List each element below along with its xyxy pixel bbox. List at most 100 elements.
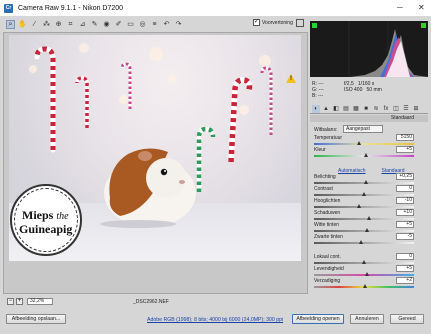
slider-label: Schaduwen: [314, 210, 341, 216]
slider-thumb[interactable]: [365, 228, 369, 232]
camera-calibration-tab-icon[interactable]: ◫: [392, 105, 400, 113]
shadow-clip-icon: [312, 23, 317, 28]
detail-tab-icon[interactable]: ◧: [332, 105, 340, 113]
slider-value-input[interactable]: +10: [396, 209, 414, 216]
basic-tab-icon[interactable]: ◐: [312, 105, 320, 113]
slider-thumb[interactable]: [364, 180, 368, 184]
target-adjust-icon[interactable]: ⊕: [54, 20, 63, 29]
section-title: Standaard: [310, 115, 428, 122]
bokeh-light: [149, 47, 163, 61]
rotate-ccw-icon[interactable]: ↶: [162, 20, 171, 29]
effects-tab-icon[interactable]: ≋: [372, 105, 380, 113]
preview-label: Voorvertoning: [262, 19, 293, 26]
red-eye-icon[interactable]: ◉: [102, 20, 111, 29]
slider-track[interactable]: [314, 206, 414, 208]
slider-value-input[interactable]: +2: [396, 277, 414, 284]
slider-track[interactable]: [314, 242, 414, 244]
slider-thumb[interactable]: [367, 216, 371, 220]
slider-label: Belichting: [314, 174, 336, 180]
slider-value-input[interactable]: 0: [396, 185, 414, 192]
zoom-out-button[interactable]: −: [7, 298, 14, 305]
warning-icon[interactable]: !: [286, 74, 296, 83]
split-toning-tab-icon[interactable]: ▦: [352, 105, 360, 113]
slider-thumb[interactable]: [362, 260, 366, 264]
zoom-in-button[interactable]: +: [16, 298, 23, 305]
tone-curve-tab-icon[interactable]: ▲: [322, 105, 330, 113]
open-image-button[interactable]: Afbeelding openen: [292, 314, 344, 324]
slider-value-input[interactable]: +5: [396, 146, 414, 153]
slider-label: Temperatuur: [314, 135, 343, 141]
slider-value-input[interactable]: +5: [396, 265, 414, 272]
preferences-icon[interactable]: ≡: [150, 20, 159, 29]
white-balance-icon[interactable]: ⁄: [30, 20, 39, 29]
window-title: Camera Raw 9.1.1 - Nikon D7200: [18, 4, 124, 12]
candy-cane-image: [34, 46, 56, 153]
slider-value-input[interactable]: -5: [396, 233, 414, 240]
slider-thumb[interactable]: [362, 192, 366, 196]
save-image-button[interactable]: Afbeelding opslaan...: [6, 314, 66, 324]
done-button[interactable]: Gereed: [390, 314, 424, 324]
white-balance-label: Witbalans:: [314, 127, 338, 133]
workflow-options-link[interactable]: Adobe RGB (1998); 8 bits; 4000 bij 6000 …: [147, 317, 283, 323]
slider-label: Kleur: [314, 147, 326, 153]
slider-track[interactable]: [314, 143, 414, 145]
slider-label: Lokaal cont.: [314, 254, 341, 260]
highlight-clip-icon: [421, 23, 426, 28]
slider-thumb[interactable]: [357, 204, 361, 208]
rotate-cw-icon[interactable]: ↷: [174, 20, 183, 29]
slider-thumb[interactable]: [357, 141, 361, 145]
slider-value-input[interactable]: +0,25: [396, 173, 414, 180]
close-icon[interactable]: ✕: [418, 3, 425, 12]
snapshots-tab-icon[interactable]: ⊞: [412, 105, 420, 113]
slider-track[interactable]: [314, 230, 414, 232]
slider-value-input[interactable]: -10: [396, 197, 414, 204]
slider-value-input[interactable]: 5150: [396, 134, 414, 141]
adjustments-panel: R: --- G: --- B: --- f/2,5 1/160 s ISO 4…: [310, 17, 430, 309]
file-name: _DSC2962.NEF: [133, 298, 169, 305]
straighten-icon[interactable]: ⊿: [78, 20, 87, 29]
graduated-filter-icon[interactable]: ▭: [126, 20, 135, 29]
preview-toggle[interactable]: ✓ Voorvertoning: [253, 19, 293, 26]
bokeh-light: [79, 43, 89, 53]
watermark-logo: Mieps the Guineapig: [10, 184, 82, 256]
slider-label: Contrast: [314, 186, 333, 192]
candy-cane-image: [228, 77, 253, 163]
slider-row: Zwarte tinten -5: [310, 233, 428, 248]
white-balance-select[interactable]: Aangepast: [343, 125, 383, 133]
hand-icon[interactable]: ✋: [18, 20, 27, 29]
slider-row: Kleur +5: [310, 146, 428, 161]
slider-value-input[interactable]: 0: [396, 253, 414, 260]
slider-track[interactable]: [314, 218, 414, 220]
slider-value-input[interactable]: +5: [396, 221, 414, 228]
radial-filter-icon[interactable]: ◎: [138, 20, 147, 29]
adjustment-brush-icon[interactable]: ✐: [114, 20, 123, 29]
slider-thumb[interactable]: [363, 284, 367, 288]
camera-raw-app-icon: Cr: [4, 3, 13, 13]
slider-thumb[interactable]: [365, 272, 369, 276]
exposure-readout: f/2,5 1/160 s ISO 400 50 mm: [344, 81, 382, 93]
zoom-icon[interactable]: ⌕: [6, 19, 15, 29]
guinea-pig-image: [100, 148, 196, 228]
lens-tab-icon[interactable]: ■: [362, 105, 370, 113]
candy-cane-image: [260, 66, 273, 135]
color-sampler-icon[interactable]: ⁂: [42, 20, 51, 29]
panel-tabs: ◐ ▲ ◧ ▤ ▦ ■ ≋ fx ◫ ☰ ⊞: [310, 105, 428, 114]
title-bar: Cr Camera Raw 9.1.1 - Nikon D7200 ─ ✕: [0, 0, 431, 16]
spot-removal-icon[interactable]: ✎: [90, 20, 99, 29]
hsl-tab-icon[interactable]: ▤: [342, 105, 350, 113]
candy-cane-image: [120, 62, 132, 109]
slider-thumb[interactable]: [359, 240, 363, 244]
presets-tab-icon[interactable]: ☰: [402, 105, 410, 113]
slider-row: Verzadiging +2: [310, 277, 428, 292]
crop-icon[interactable]: ⌗: [66, 20, 75, 29]
zoom-level-select[interactable]: 32,2%: [27, 298, 53, 305]
fx-tab-icon[interactable]: fx: [382, 105, 390, 113]
slider-label: Hooglichten: [314, 198, 341, 204]
fullscreen-icon[interactable]: [296, 19, 304, 27]
preview-checkbox[interactable]: ✓: [253, 19, 260, 26]
histogram: [310, 21, 428, 77]
cancel-button[interactable]: Annuleren: [350, 314, 384, 324]
slider-thumb[interactable]: [364, 153, 368, 157]
minimize-icon[interactable]: ─: [397, 3, 403, 12]
slider-track[interactable]: [314, 274, 414, 276]
